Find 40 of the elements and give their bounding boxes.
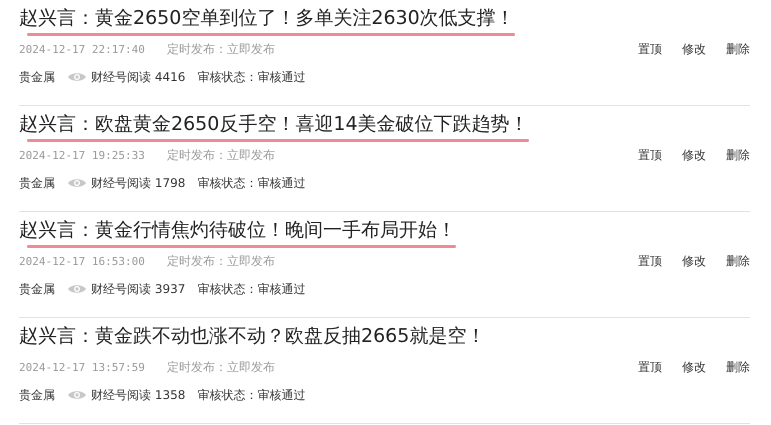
publish-time: 2024-12-17 22:17:40 [19, 42, 145, 56]
action-link[interactable]: 修改 [682, 146, 706, 164]
article-title[interactable]: 赵兴言：黄金2650空单到位了！多单关注2630次低支撑！ [19, 6, 515, 30]
schedule-status: 定时发布：立即发布 [166, 40, 275, 58]
action-link[interactable]: 修改 [682, 252, 706, 270]
action-link[interactable]: 删除 [726, 358, 750, 376]
action-link[interactable]: 置顶 [638, 146, 662, 164]
action-link[interactable]: 修改 [682, 358, 706, 376]
category-label: 贵金属 [19, 386, 55, 404]
action-link[interactable]: 删除 [726, 252, 750, 270]
category-label: 贵金属 [19, 280, 55, 298]
schedule-status: 定时发布：立即发布 [166, 252, 275, 270]
category-label: 贵金属 [19, 68, 55, 86]
action-link[interactable]: 删除 [726, 146, 750, 164]
read-count: 财经号阅读 1358 [91, 386, 186, 404]
schedule-status: 定时发布：立即发布 [166, 358, 275, 376]
publish-time: 2024-12-17 19:25:33 [19, 148, 145, 162]
eye-icon [67, 71, 87, 83]
review-status: 审核状态：审核通过 [197, 68, 306, 86]
article-title[interactable]: 赵兴言：黄金跌不动也涨不动？欧盘反抽2665就是空！ [19, 324, 486, 348]
schedule-status: 定时发布：立即发布 [166, 146, 275, 164]
action-link[interactable]: 置顶 [638, 358, 662, 376]
action-link[interactable]: 修改 [682, 40, 706, 58]
category-label: 贵金属 [19, 174, 55, 192]
eye-icon [67, 177, 87, 189]
action-link[interactable]: 置顶 [638, 40, 662, 58]
action-link[interactable]: 删除 [726, 40, 750, 58]
read-count: 财经号阅读 4416 [91, 68, 186, 86]
publish-time: 2024-12-17 13:57:59 [19, 360, 145, 374]
publish-time: 2024-12-17 16:53:00 [19, 254, 145, 268]
read-count: 财经号阅读 1798 [91, 174, 186, 192]
review-status: 审核状态：审核通过 [197, 280, 306, 298]
action-link[interactable]: 置顶 [638, 252, 662, 270]
eye-icon [67, 283, 87, 295]
article-title[interactable]: 赵兴言：欧盘黄金2650反手空！喜迎14美金破位下跌趋势！ [19, 112, 529, 136]
eye-icon [67, 389, 87, 401]
review-status: 审核状态：审核通过 [197, 174, 306, 192]
review-status: 审核状态：审核通过 [197, 386, 306, 404]
article-title[interactable]: 赵兴言：黄金行情焦灼待破位！晚间一手布局开始！ [19, 218, 456, 242]
read-count: 财经号阅读 3937 [91, 280, 186, 298]
